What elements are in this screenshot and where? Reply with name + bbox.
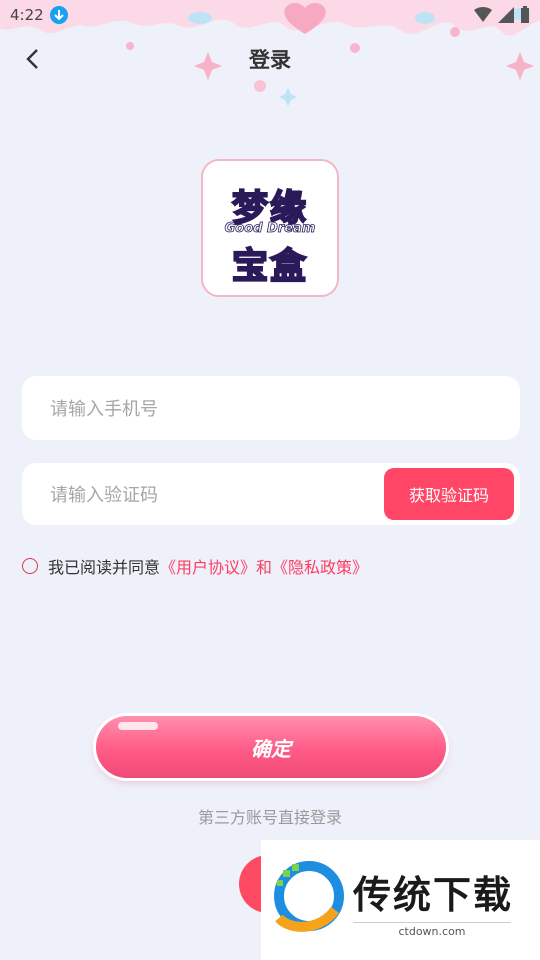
code-field: 获取验证码 <box>22 463 520 527</box>
watermark-url: ctdown.com <box>353 922 511 938</box>
signal-icon <box>498 7 514 23</box>
agreement-row: 我已阅读并同意 《用户协议》 和 《隐私政策》 <box>22 555 368 577</box>
button-shine <box>118 722 158 730</box>
confirm-label: 确定 <box>251 736 291 761</box>
watermark-logo-icon <box>274 861 344 932</box>
app-logo: 梦缘 Good Dream 宝盒 <box>201 159 339 297</box>
status-bar: 4:22 <box>0 0 540 32</box>
confirm-button[interactable]: 确定 <box>96 716 446 778</box>
logo-text-bottom: 宝盒 <box>231 245 308 288</box>
page-title: 登录 <box>249 48 291 72</box>
phone-input[interactable] <box>48 376 372 442</box>
watermark-title: 传统下载 <box>353 873 514 917</box>
privacy-policy-link[interactable]: 《隐私政策》 <box>272 554 368 578</box>
code-input[interactable] <box>48 463 372 527</box>
logo-text-english: Good Dream <box>224 221 316 237</box>
third-party-login-label: 第三方账号直接登录 <box>197 808 342 827</box>
get-code-button[interactable]: 获取验证码 <box>384 468 514 520</box>
phone-field <box>22 376 520 442</box>
watermark: 传统下载 ctdown.com <box>261 840 540 960</box>
wifi-icon <box>474 7 492 22</box>
download-icon <box>50 6 68 24</box>
agreement-and: 和 <box>256 558 273 577</box>
title-bar: 登录 <box>0 38 540 78</box>
agreement-prefix: 我已阅读并同意 <box>48 558 161 577</box>
battery-icon <box>521 6 529 23</box>
agreement-checkbox[interactable] <box>22 558 38 574</box>
user-agreement-link[interactable]: 《用户协议》 <box>160 554 256 578</box>
status-time: 4:22 <box>10 6 44 24</box>
